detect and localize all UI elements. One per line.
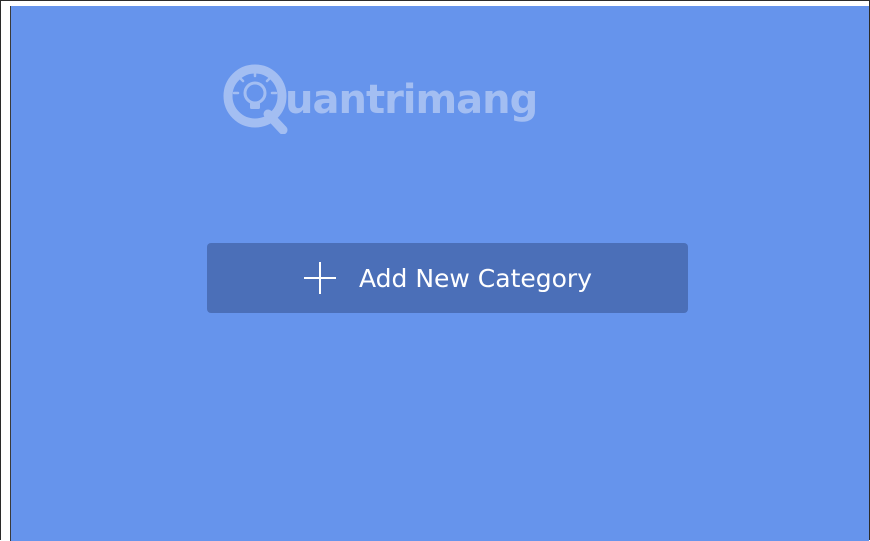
lightbulb-q-logo-icon xyxy=(223,64,288,134)
add-new-category-button[interactable]: Add New Category xyxy=(207,243,688,313)
add-new-category-label: Add New Category xyxy=(358,263,593,293)
watermark-text: uantrimang xyxy=(285,77,538,123)
window-frame: uantrimang Add New Category xyxy=(0,0,870,541)
category-panel: uantrimang Add New Category xyxy=(10,6,869,541)
quantrimang-watermark: uantrimang xyxy=(221,58,538,138)
plus-icon xyxy=(303,262,336,294)
